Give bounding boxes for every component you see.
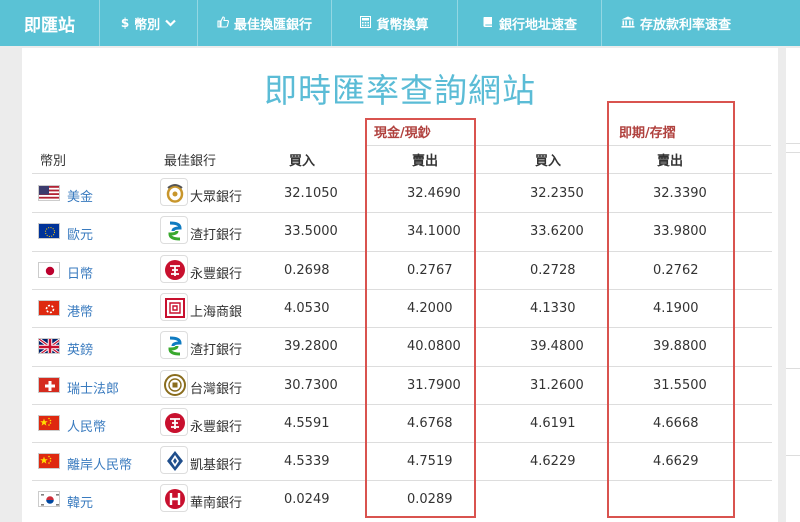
brand-logo-link[interactable]: 即匯站 <box>0 0 100 46</box>
bank-name: 渣打銀行 <box>190 228 243 244</box>
cash-buy-value: 4.5591 <box>284 415 330 431</box>
top-navbar: 即匯站 $ 幣別 最佳換匯銀行 貨幣換算 銀行地址速查 存放款利率速查 <box>0 0 800 46</box>
bank-name: 上海商銀 <box>190 304 243 320</box>
bank-name: 華南銀行 <box>190 496 243 512</box>
cn-flag-icon <box>38 453 60 470</box>
nav-bank-address-label: 銀行地址速查 <box>498 17 577 33</box>
stanchart-logo-icon <box>160 331 188 360</box>
nav-bank-address[interactable]: 銀行地址速查 <box>458 0 602 46</box>
cash-buy-value: 30.7300 <box>284 377 338 393</box>
currency-link[interactable]: 英鎊 <box>67 339 93 358</box>
hncb-logo-icon <box>160 484 188 513</box>
nav-interest-rate[interactable]: 存放款利率速查 <box>602 0 750 46</box>
bank-name: 渣打銀行 <box>190 343 243 359</box>
spot-buy-value: 4.6229 <box>530 454 576 470</box>
sinopac-logo-icon <box>160 254 188 283</box>
nav-best-bank[interactable]: 最佳換匯銀行 <box>198 0 332 46</box>
cash-buy-value: 0.0249 <box>284 492 330 508</box>
kr-flag-icon <box>38 491 60 508</box>
uk-flag-icon <box>38 338 60 355</box>
spot-buy-value: 33.6200 <box>530 224 584 240</box>
dollar-icon: $ <box>120 16 130 30</box>
calculator-icon <box>360 15 372 31</box>
bank-name: 大眾銀行 <box>190 190 243 205</box>
header-spot-buy: 買入 <box>535 154 562 169</box>
bank-building-icon <box>621 16 635 31</box>
sinopac-logo-icon <box>160 407 188 436</box>
currency-link[interactable]: 離岸人民幣 <box>67 454 132 473</box>
ch-flag-icon <box>38 376 60 393</box>
right-sidebar-edge <box>786 48 800 522</box>
currency-link[interactable]: 瑞士法郎 <box>67 378 119 397</box>
kgi-logo-icon <box>160 446 188 475</box>
thumbs-up-icon <box>217 15 229 31</box>
bank-name: 永豐銀行 <box>190 419 243 435</box>
header-cash-buy: 買入 <box>289 154 316 169</box>
spot-buy-value: 31.2600 <box>530 377 584 393</box>
cash-buy-value: 0.2698 <box>284 262 330 278</box>
cn-flag-icon <box>38 414 60 431</box>
bank-name: 凱基銀行 <box>190 458 243 474</box>
currency-link[interactable]: 美金 <box>67 186 93 205</box>
currency-link[interactable]: 港幣 <box>67 301 93 320</box>
spot-buy-value: 4.6191 <box>530 415 576 431</box>
cash-buy-value: 39.2800 <box>284 339 338 355</box>
bank-name: 永豐銀行 <box>190 266 243 282</box>
bot-logo-icon <box>160 369 188 398</box>
cash-sell-highlight-box <box>365 118 476 518</box>
spot-buy-value: 39.4800 <box>530 339 584 355</box>
hk-flag-icon <box>38 299 60 316</box>
nav-best-bank-label: 最佳換匯銀行 <box>233 17 312 33</box>
cash-buy-value: 4.0530 <box>284 300 330 316</box>
cash-buy-value: 4.5339 <box>284 454 330 470</box>
currency-dropdown-label: 幣別 <box>134 17 161 33</box>
jp-flag-icon <box>38 261 60 278</box>
spot-buy-value: 0.2728 <box>530 262 576 278</box>
currency-link[interactable]: 韓元 <box>67 492 93 511</box>
chevron-down-icon <box>165 16 176 30</box>
nav-currency-convert-label: 貨幣換算 <box>376 17 429 33</box>
nav-interest-rate-label: 存放款利率速查 <box>639 17 731 33</box>
eu-flag-icon <box>38 223 60 240</box>
scsb-logo-icon <box>160 292 188 321</box>
cash-buy-value: 32.1050 <box>284 186 338 201</box>
currency-link[interactable]: 日幣 <box>67 263 93 282</box>
tcb-logo-icon <box>160 178 188 206</box>
spot-sell-highlight-box <box>607 101 735 518</box>
currency-link[interactable]: 歐元 <box>67 224 93 243</box>
currency-dropdown[interactable]: $ 幣別 <box>100 0 198 46</box>
book-icon <box>482 16 494 31</box>
spot-buy-value: 32.2350 <box>530 186 584 201</box>
spot-buy-value: 4.1330 <box>530 300 576 316</box>
us-flag-icon <box>38 185 60 201</box>
cash-buy-value: 33.5000 <box>284 224 338 240</box>
stanchart-logo-icon <box>160 216 188 245</box>
header-currency: 幣別 <box>40 154 67 169</box>
currency-link[interactable]: 人民幣 <box>67 416 106 435</box>
nav-currency-convert[interactable]: 貨幣換算 <box>332 0 458 46</box>
header-best-bank: 最佳銀行 <box>164 154 217 169</box>
bank-name: 台灣銀行 <box>190 381 243 397</box>
